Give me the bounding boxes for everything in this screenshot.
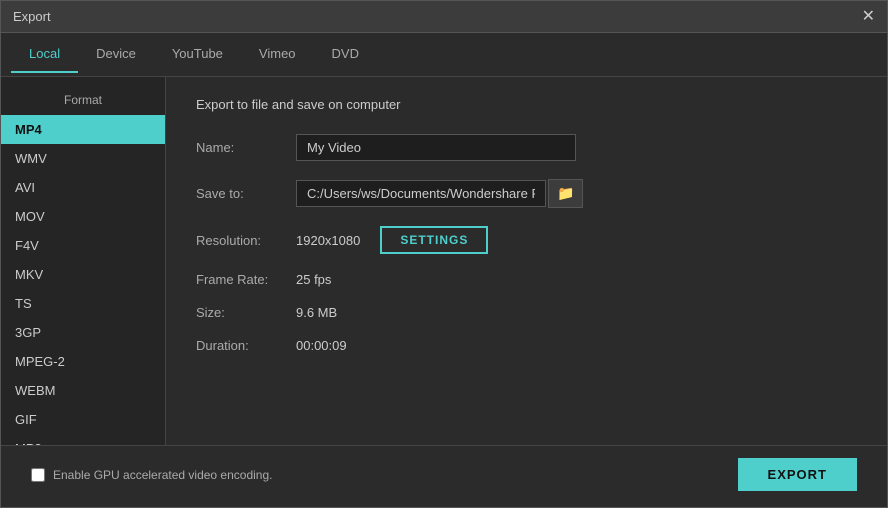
sidebar-item-gif[interactable]: GIF xyxy=(1,405,165,434)
size-value: 9.6 MB xyxy=(296,305,337,320)
tab-youtube[interactable]: YouTube xyxy=(154,36,241,73)
framerate-row: Frame Rate: 25 fps xyxy=(196,272,857,287)
resolution-row: Resolution: 1920x1080 SETTINGS xyxy=(196,226,857,254)
gpu-checkbox[interactable] xyxy=(31,468,45,482)
save-to-input[interactable] xyxy=(296,180,546,207)
window-title: Export xyxy=(13,9,51,24)
tab-local[interactable]: Local xyxy=(11,36,78,73)
duration-value: 00:00:09 xyxy=(296,338,347,353)
section-title: Export to file and save on computer xyxy=(196,97,857,112)
gpu-row: Enable GPU accelerated video encoding. xyxy=(31,468,272,482)
sidebar-header: Format xyxy=(1,87,165,115)
sidebar-item-mp4[interactable]: MP4 xyxy=(1,115,165,144)
close-button[interactable]: ✕ xyxy=(862,9,875,25)
resolution-value: 1920x1080 xyxy=(296,233,360,248)
tab-device[interactable]: Device xyxy=(78,36,154,73)
framerate-value: 25 fps xyxy=(296,272,331,287)
bottom-bar: Enable GPU accelerated video encoding. E… xyxy=(1,445,887,507)
sidebar-item-ts[interactable]: TS xyxy=(1,289,165,318)
sidebar-item-f4v[interactable]: F4V xyxy=(1,231,165,260)
size-label: Size: xyxy=(196,305,296,320)
sidebar-item-webm[interactable]: WEBM xyxy=(1,376,165,405)
main-panel: Export to file and save on computer Name… xyxy=(166,77,887,445)
duration-label: Duration: xyxy=(196,338,296,353)
sidebar-item-mp3[interactable]: MP3 xyxy=(1,434,165,445)
size-row: Size: 9.6 MB xyxy=(196,305,857,320)
sidebar-item-avi[interactable]: AVI xyxy=(1,173,165,202)
sidebar-item-mkv[interactable]: MKV xyxy=(1,260,165,289)
content-area: Format MP4 WMV AVI MOV F4V MKV TS 3GP MP… xyxy=(1,77,887,445)
duration-row: Duration: 00:00:09 xyxy=(196,338,857,353)
name-input[interactable] xyxy=(296,134,576,161)
sidebar-item-mov[interactable]: MOV xyxy=(1,202,165,231)
framerate-label: Frame Rate: xyxy=(196,272,296,287)
save-to-row: Save to: 📁 xyxy=(196,179,857,208)
resolution-controls: 1920x1080 SETTINGS xyxy=(296,226,488,254)
format-sidebar: Format MP4 WMV AVI MOV F4V MKV TS 3GP MP… xyxy=(1,77,166,445)
save-to-controls: 📁 xyxy=(296,179,583,208)
name-row: Name: xyxy=(196,134,857,161)
sidebar-item-3gp[interactable]: 3GP xyxy=(1,318,165,347)
tab-dvd[interactable]: DVD xyxy=(314,36,377,73)
gpu-label: Enable GPU accelerated video encoding. xyxy=(53,468,272,482)
export-window: Export ✕ Local Device YouTube Vimeo DVD … xyxy=(0,0,888,508)
title-bar: Export ✕ xyxy=(1,1,887,33)
export-button[interactable]: EXPORT xyxy=(738,458,857,491)
save-to-label: Save to: xyxy=(196,186,296,201)
resolution-label: Resolution: xyxy=(196,233,296,248)
name-label: Name: xyxy=(196,140,296,155)
settings-button[interactable]: SETTINGS xyxy=(380,226,488,254)
tab-vimeo[interactable]: Vimeo xyxy=(241,36,314,73)
sidebar-item-wmv[interactable]: WMV xyxy=(1,144,165,173)
folder-browse-button[interactable]: 📁 xyxy=(548,179,583,208)
tab-bar: Local Device YouTube Vimeo DVD xyxy=(1,33,887,77)
sidebar-item-mpeg2[interactable]: MPEG-2 xyxy=(1,347,165,376)
